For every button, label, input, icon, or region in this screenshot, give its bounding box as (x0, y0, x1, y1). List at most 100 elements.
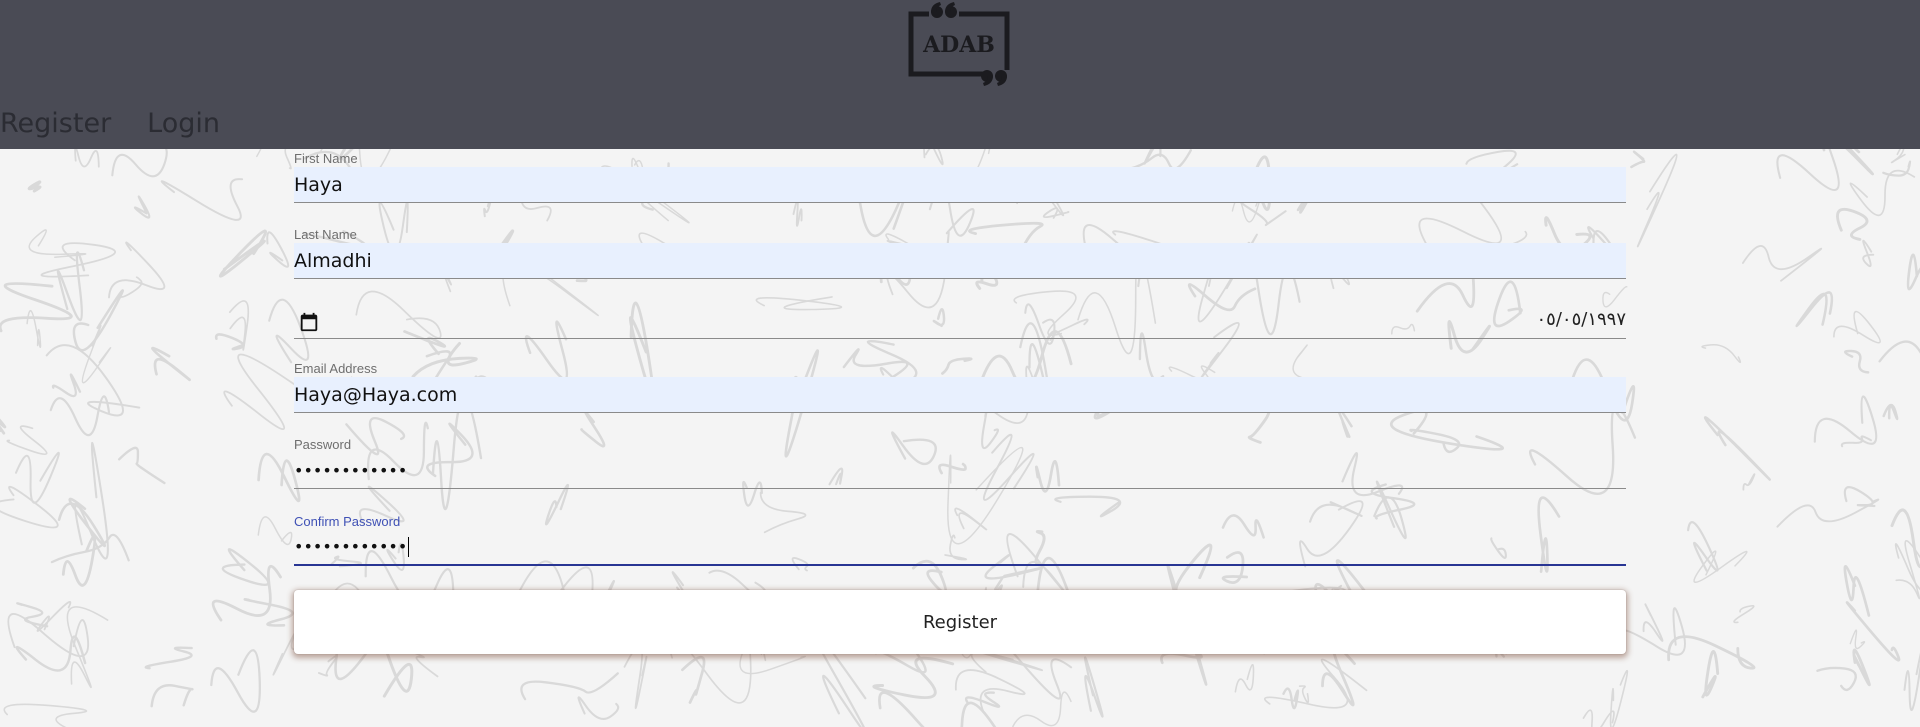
calligraphy-stroke (150, 683, 194, 708)
calligraphy-stroke (520, 672, 619, 701)
adab-logo[interactable]: ADAB (905, 0, 1013, 92)
calligraphy-stroke (49, 395, 111, 437)
calligraphy-stroke (243, 598, 294, 627)
calligraphy-stroke (1138, 332, 1165, 383)
first-name-label: First Name (294, 151, 358, 166)
calligraphy-stroke (1321, 644, 1356, 707)
confirm-password-value: •••••••••••• (294, 537, 408, 556)
text-caret (408, 537, 410, 557)
calligraphy-stroke (111, 149, 168, 178)
calligraphy-stroke (1816, 666, 1857, 692)
calligraphy-stroke (1776, 149, 1840, 192)
calligraphy-stroke (1890, 149, 1906, 164)
calligraphy-stroke (544, 484, 570, 526)
calligraphy-stroke (211, 564, 282, 622)
calligraphy-stroke (1849, 629, 1866, 650)
calligraphy-stroke (1882, 403, 1899, 421)
calligraphy-stroke (792, 199, 803, 227)
calligraphy-stroke (51, 373, 82, 398)
last-name-input[interactable]: Almadhi (294, 243, 1626, 279)
date-of-birth-value: ٠٥/٠٥/١٩٩٧ (1536, 309, 1626, 330)
calligraphy-stroke (1882, 160, 1912, 177)
calligraphy-stroke (144, 646, 193, 670)
nav-register-link[interactable]: Register (0, 104, 111, 144)
password-label: Password (294, 437, 352, 452)
nav-login-link[interactable]: Login (147, 104, 220, 144)
calligraphy-stroke (74, 149, 100, 168)
calligraphy-stroke (160, 178, 244, 221)
calligraphy-stroke (61, 535, 97, 587)
calligraphy-stroke (1298, 685, 1310, 704)
calligraphy-stroke (6, 425, 48, 456)
calligraphy-stroke (1042, 207, 1070, 219)
calligraphy-stroke (872, 656, 955, 700)
calligraphy-stroke (1701, 344, 1742, 364)
calligraphy-stroke (45, 344, 141, 417)
calligraphy-stroke (1813, 395, 1878, 445)
password-value: •••••••••••• (294, 460, 408, 480)
register-button[interactable]: Register (294, 590, 1626, 654)
calligraphy-stroke (1636, 153, 1678, 248)
password-input[interactable]: •••••••••••• (294, 453, 1626, 489)
calligraphy-stroke (218, 229, 267, 278)
calligraphy-stroke (1012, 691, 1072, 727)
calligraphy-stroke (681, 655, 706, 704)
calligraphy-stroke (151, 346, 191, 382)
last-name-value: Almadhi (294, 249, 372, 272)
calligraphy-stroke (577, 696, 620, 720)
calligraphy-stroke (3, 703, 88, 727)
calligraphy-stroke (1843, 486, 1876, 508)
calligraphy-stroke (257, 516, 293, 546)
calligraphy-stroke (1701, 650, 1720, 699)
calendar-icon[interactable] (298, 311, 320, 333)
calligraphy-stroke (1703, 416, 1771, 481)
calligraphy-stroke (1630, 150, 1646, 169)
calligraphy-stroke (214, 333, 245, 351)
last-name-label: Last Name (294, 227, 357, 242)
calligraphy-stroke (15, 451, 60, 504)
calligraphy-stroke (842, 348, 909, 382)
calligraphy-stroke (1390, 409, 1504, 451)
calligraphy-stroke (0, 418, 7, 435)
calligraphy-stroke (1903, 652, 1920, 711)
calligraphy-stroke (1642, 603, 1664, 642)
calligraphy-stroke (133, 195, 151, 219)
confirm-password-input[interactable]: •••••••••••• (294, 530, 1626, 566)
calligraphy-stroke (923, 149, 944, 166)
calligraphy-stroke (1840, 435, 1872, 448)
calligraphy-stroke (27, 180, 42, 193)
calligraphy-stroke (1906, 253, 1920, 291)
top-nav: Register Login (0, 104, 220, 144)
confirm-password-label: Confirm Password (294, 514, 401, 529)
calligraphy-stroke (1054, 495, 1122, 518)
calligraphy-stroke (1693, 550, 1748, 583)
calligraphy-stroke (223, 353, 296, 431)
calligraphy-stroke (580, 411, 606, 448)
calligraphy-stroke (1234, 664, 1255, 693)
calligraphy-stroke (57, 497, 107, 548)
first-name-input[interactable]: Haya (294, 167, 1626, 203)
calligraphy-stroke (1083, 656, 1104, 718)
calligraphy-stroke (0, 485, 59, 529)
calligraphy-stroke (954, 507, 988, 531)
calligraphy-stroke (317, 655, 338, 677)
calligraphy-stroke (256, 149, 262, 158)
email-value: Haya@Haya.com (294, 383, 458, 406)
calligraphy-stroke (1619, 607, 1686, 656)
email-input[interactable]: Haya@Haya.com (294, 377, 1626, 413)
calligraphy-stroke (210, 649, 261, 713)
calligraphy-stroke (221, 548, 270, 587)
email-label: Email Address (294, 361, 378, 376)
app-header: ADAB Register Login (0, 0, 1920, 149)
calligraphy-stroke (36, 600, 72, 632)
calligraphy-stroke (623, 644, 648, 710)
date-of-birth-input[interactable]: ٠٥/٠٥/١٩٩٧ (294, 299, 1626, 339)
calligraphy-stroke (1776, 498, 1880, 528)
calligraphy-stroke (1878, 340, 1920, 363)
first-name-value: Haya (294, 173, 343, 196)
calligraphy-stroke (1849, 169, 1916, 217)
calligraphy-stroke (272, 632, 296, 676)
calligraphy-stroke (1582, 709, 1615, 727)
calligraphy-stroke (1687, 521, 1719, 572)
calligraphy-stroke (1836, 207, 1869, 241)
